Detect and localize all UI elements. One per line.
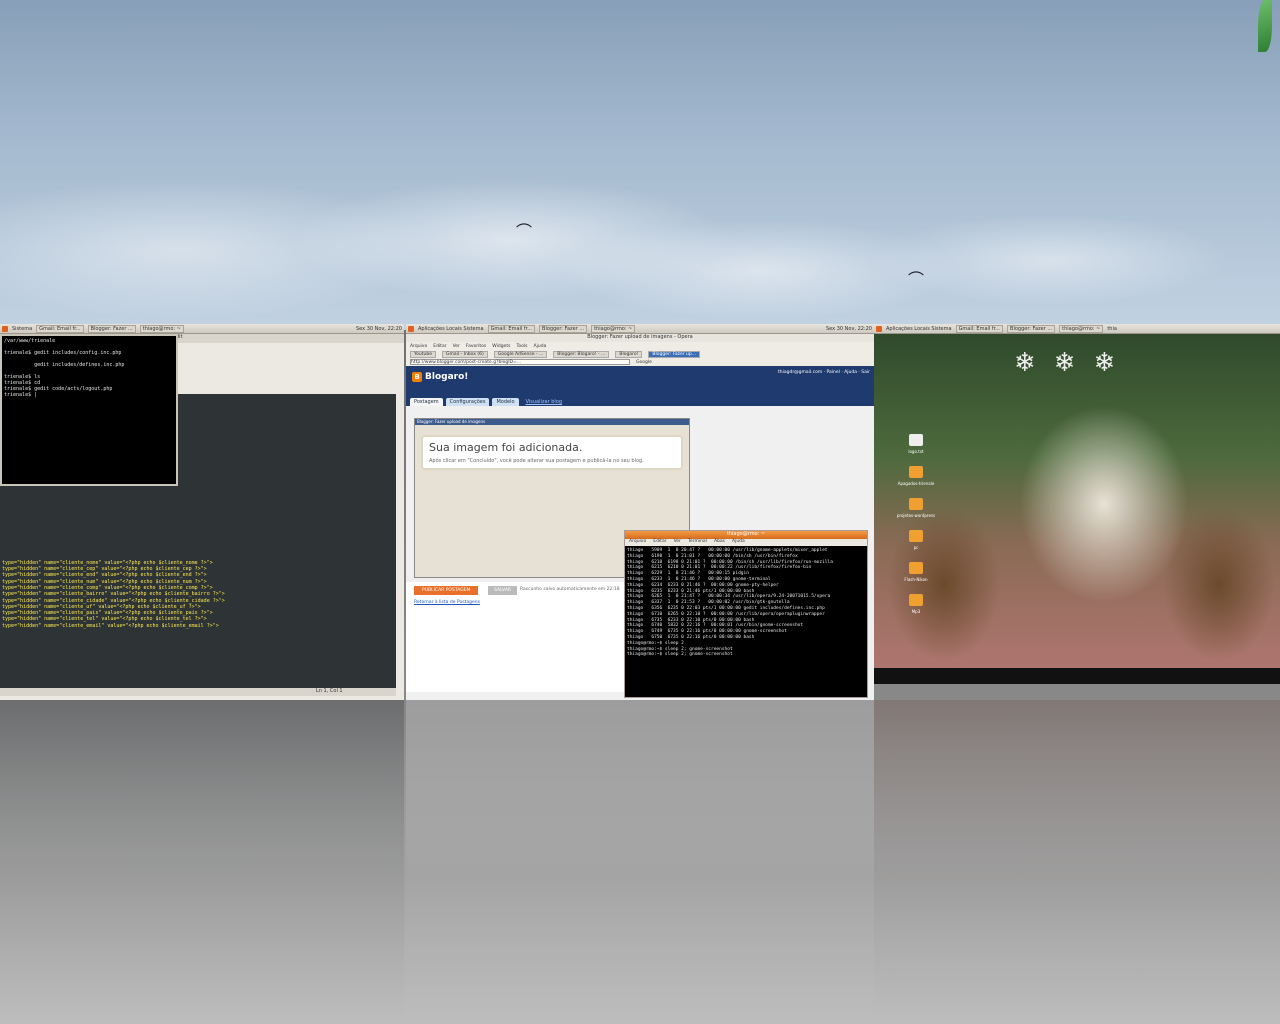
window-title: thiago@rmo: ~ [625,531,867,539]
desktop-icons[interactable]: logo.txt Apagados-trienale projetos-wordpr… [896,434,936,626]
menu-item[interactable]: Arquivo [629,539,646,546]
url-field[interactable]: http://www.blogger.com/post-create.g?blo… [410,359,630,365]
taskbar-item[interactable]: Blogger: Fazer ... [1007,324,1056,333]
menu-item[interactable]: Widgets [492,344,510,349]
menu-system[interactable]: Sistema [12,326,32,332]
firefox-icon[interactable] [2,325,8,332]
blog-name: Blogaro! [425,372,469,382]
tab-postagem[interactable]: Postagem [410,398,443,406]
desktop-icon-label: Flash-Nikon [904,577,928,582]
folder-icon[interactable] [909,530,923,542]
desktop-icon-label: projetos-wordpress [896,513,936,518]
plant-leaf-icon [1258,0,1272,52]
menu-item[interactable]: Ver [674,539,681,546]
browser-tab[interactable]: Blogger: Fazer up... [648,350,701,358]
folder-icon[interactable] [909,562,923,574]
kite-icon: ⌒ [516,222,533,241]
browser-tab[interactable]: Blogaro! [615,350,643,358]
menu-item[interactable]: Terminal [688,539,707,546]
menu-item[interactable]: Ver [453,344,460,349]
menu-applications[interactable]: Aplicações Locais Sistema [418,326,484,332]
taskbar-item[interactable]: thiago@rmo: ~ [139,324,184,333]
floor-gradient [0,700,1280,1024]
window-title: Blogger: Fazer upload de imagens - Opera [406,334,874,342]
blogger-icon: B [412,372,422,382]
menu-applications[interactable]: Aplicações Locais Sistema [886,326,952,332]
user-links[interactable]: thiagdr@gmail.com · Painel · Ajuda · Sai… [778,370,870,375]
terminal-menu[interactable]: Arquivo Editar Ver Terminal Abas Ajuda [625,539,867,546]
code-line: type="hidden" name="cliente_email" value… [2,622,219,629]
desktop-icon-label: Apagados-trienale [897,481,935,486]
terminal-line: trienale$ | [4,392,38,398]
terminal-output[interactable]: thiago 5909 1 0 20:47 ? 00:00:00 /usr/li… [625,546,867,697]
bottom-panel [874,668,1280,684]
publish-area: PUBLICAR POSTAGEM SALVAR Rascunho salvo … [406,582,626,692]
snowflake-decoration: ❄❄❄ [1014,348,1134,378]
desktop-icon-label: pc [913,545,919,550]
workspace-right[interactable]: Aplicações Locais Sistema Gmail: Email f… [874,324,1280,700]
terminal-window[interactable]: thiago@rmo: ~ Arquivo Editar Ver Terminal Ab… [624,530,868,698]
popup-title: Blogger: Fazer upload de imagens [415,419,689,425]
notice-title: Sua imagem foi adicionada. [429,441,583,454]
desktop-wallpaper: ⌒ ⌒ [0,0,1280,330]
terminal-line: thiago@rmo:~$ sleep 2; gnome-screenshot [627,652,733,658]
blogger-header: B Blogaro! thiagdr@gmail.com · Painel · A… [406,366,874,394]
menu-item[interactable]: Abas [714,539,725,546]
menu-item[interactable]: Tools [516,344,527,349]
folder-icon[interactable] [909,498,923,510]
tab-modelo[interactable]: Modelo [492,398,519,406]
folder-icon[interactable] [909,594,923,606]
user-label[interactable]: thia [1107,326,1117,332]
save-button[interactable]: SALVAR [488,586,518,595]
taskbar-item[interactable]: Gmail: Email fr... [487,324,536,333]
tab-configuracoes[interactable]: Configurações [445,398,490,406]
kite-icon: ⌒ [908,270,925,289]
top-panel: Sistema Gmail: Email fr... Blogger: Faze… [0,324,404,334]
view-blog-link[interactable]: Visualizar blog [522,398,566,406]
browser-tab[interactable]: Blogger: Blogaro! - ... [553,350,610,358]
menu-item[interactable]: Ajuda [732,539,745,546]
taskbar-item[interactable]: thiago@rmo: ~ [1059,324,1104,333]
top-panel: Aplicações Locais Sistema Gmail: Email f… [406,324,874,334]
publish-button[interactable]: PUBLICAR POSTAGEM [414,586,479,595]
panel-clock[interactable]: Sex 30 Nov, 22:20 [356,326,402,332]
notice-text: Após clicar em "Concluído", você pode al… [429,458,644,464]
autosave-status: Rascunho salvo automaticamente em 22:18 [520,587,620,592]
menu-item[interactable]: Ajuda [534,344,547,349]
menu-item[interactable]: Editar [433,344,446,349]
taskbar-item[interactable]: Gmail: Email fr... [955,324,1004,333]
menu-bar[interactable]: Arquivo Editar Ver Favoritos Widgets Tools Aju… [406,342,874,350]
panel-clock[interactable]: Sex 30 Nov, 22:20 [826,326,872,332]
back-to-posts-link[interactable]: Retornar à lista de Postagens [414,600,480,605]
wallpaper-photo: ❄❄❄ logo.txt Apagados-trienale projetos-wo… [874,334,1280,684]
workspace-left[interactable]: Sistema Gmail: Email fr... Blogger: Faze… [0,324,404,700]
tab-bar[interactable]: Youtube Gmail - Inbox (6) Google AdSense -… [406,350,874,358]
desktop-icon-label: Mp3 [911,609,921,614]
folder-icon[interactable] [909,466,923,478]
notice-card: Sua imagem foi adicionada. Após clicar e… [421,435,683,470]
terminal-small[interactable]: /var/www/trienale trienale$ gedit includ… [0,334,178,486]
menu-item[interactable]: Arquivo [410,344,427,349]
top-panel: Aplicações Locais Sistema Gmail: Email f… [874,324,1280,334]
menu-item[interactable]: Editar [653,539,666,546]
taskbar-item[interactable]: Blogger: Fazer ... [539,324,588,333]
browser-tab[interactable]: Youtube [410,350,436,358]
blogger-logo[interactable]: B Blogaro! [412,372,468,382]
taskbar-item[interactable]: thiago@rmo: ~ [591,324,636,333]
blogger-tabs[interactable]: Postagem Configurações Modelo Visualizar… [406,394,874,406]
address-bar[interactable]: http://www.blogger.com/post-create.g?blo… [406,358,874,366]
file-icon[interactable] [909,434,923,446]
search-field[interactable]: Google [636,360,652,365]
browser-tab[interactable]: Gmail - Inbox (6) [442,350,488,358]
taskbar-item[interactable]: Gmail: Email fr... [36,324,84,333]
status-bar: Ln 1, Col 1 [0,688,396,696]
workspace-middle[interactable]: Aplicações Locais Sistema Gmail: Email f… [406,324,874,700]
taskbar-item[interactable]: Blogger: Fazer ... [87,324,136,333]
firefox-icon[interactable] [408,325,414,332]
desktop-icon-label: logo.txt [908,449,924,454]
browser-tab[interactable]: Google AdSense - ... [493,350,548,358]
firefox-icon[interactable] [876,325,882,332]
menu-item[interactable]: Favoritos [466,344,486,349]
